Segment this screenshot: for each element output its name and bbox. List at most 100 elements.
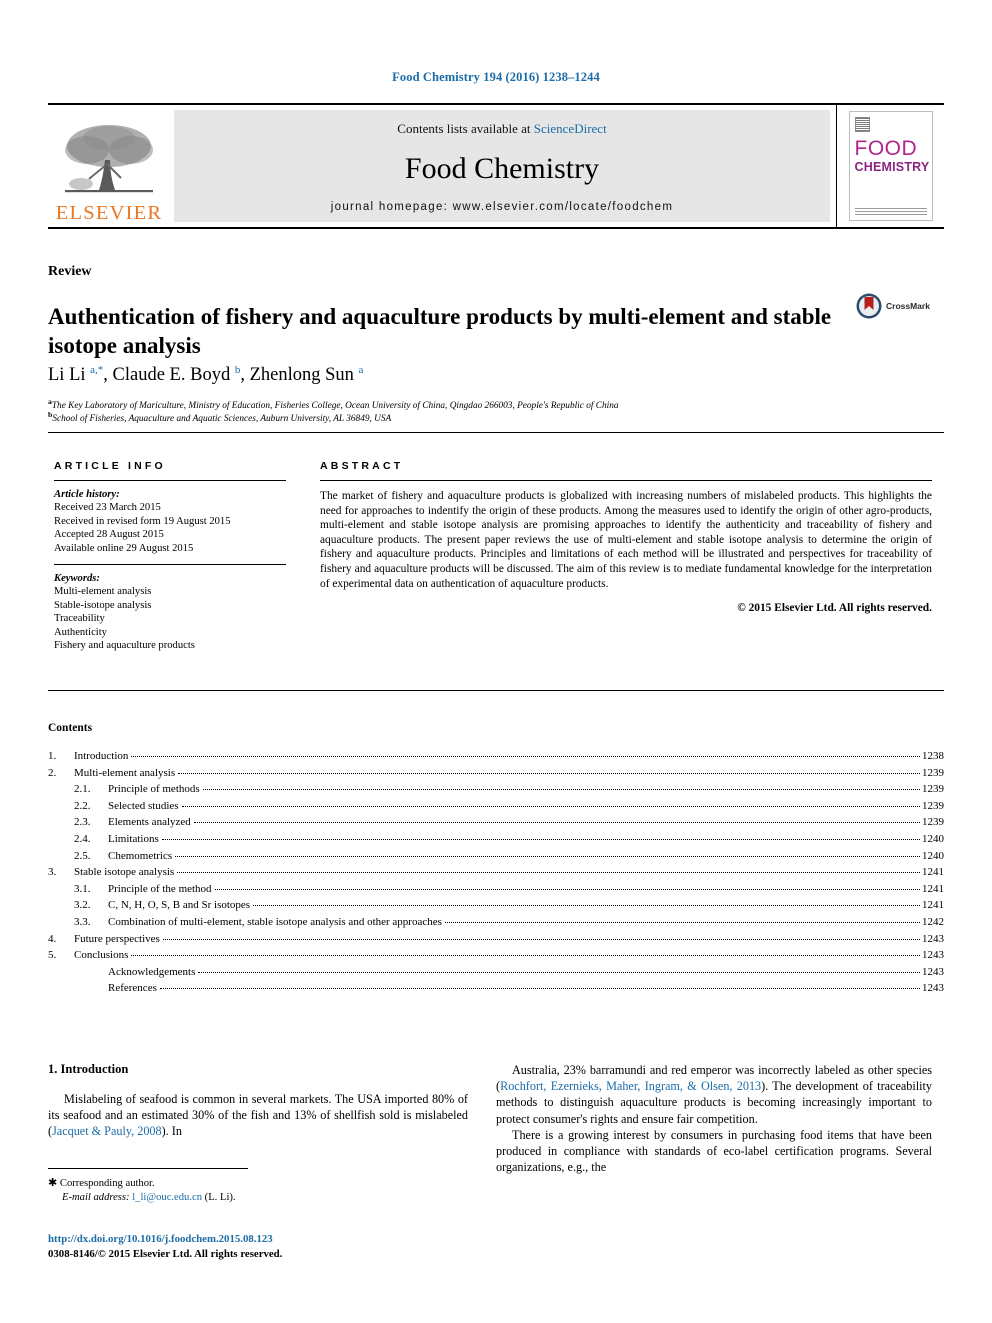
toc-entry-number: 2. [48,766,57,779]
toc-leader-dots [444,921,920,923]
cover-footer-lines [854,207,927,215]
toc-entry-subnumber: 2.4. [74,832,91,845]
toc-entry[interactable]: 1. Introduction 1238 [48,748,944,765]
corresponding-author-footnote: ✱ Corresponding author. E-mail address: … [48,1176,478,1205]
section-heading-introduction: 1. Introduction [48,1062,129,1076]
running-head: Food Chemistry 194 (2016) 1238–1244 [392,70,600,84]
journal-article-page: Food Chemistry 194 (2016) 1238–1244 ELSE… [0,0,992,1323]
journal-cover-thumbnail: FOOD CHEMISTRY [836,105,944,227]
toc-leader-dots [214,888,920,890]
body-column-left: 1. Introduction Mislabeling of seafood i… [48,1062,468,1140]
toc-entry-number: 5. [48,949,57,962]
toc-entry[interactable]: 2.1. Principle of methods 1239 [48,781,944,798]
toc-entry-page: 1242 [922,915,944,928]
footnote-rule [48,1168,248,1169]
toc-entry[interactable]: 2.2. Selected studies 1239 [48,798,944,815]
page-title: Authentication of fishery and aquacultur… [48,304,832,359]
toc-leader-dots [159,988,920,990]
toc-entry[interactable]: 2.3. Elements analyzed 1239 [48,814,944,831]
sciencedirect-link[interactable]: ScienceDirect [534,121,607,136]
doi-link[interactable]: http://dx.doi.org/10.1016/j.foodchem.201… [48,1232,508,1247]
email-line: E-mail address: l_li@ouc.edu.cn (L. Li). [48,1191,478,1205]
keyword-item: Fishery and aquaculture products [54,640,195,652]
toc-entry-page: 1239 [922,783,944,796]
keyword-item: Multi-element analysis [54,586,152,598]
toc-entry-number: 1. [48,750,57,762]
toc-entry-subnumber: 2.2. [74,799,91,812]
toc-entry[interactable]: 5. Conclusions 1243 [48,947,944,964]
toc-entry[interactable]: References 1243 [48,980,944,997]
keyword-item: Authenticity [54,626,107,638]
article-type: Review [48,264,92,279]
toc-entry-number: 3. [48,866,57,879]
toc-entry[interactable]: Acknowledgements 1243 [48,964,944,981]
history-item: Available online 29 August 2015 [54,542,194,554]
intro-paragraph-left: Mislabeling of seafood is common in seve… [48,1092,468,1139]
toc-entry-page: 1239 [922,766,944,779]
toc-entry[interactable]: 3.2. C, N, H, O, S, B and Sr isotopes 1241 [48,897,944,914]
history-item: Accepted 28 August 2015 [54,529,164,541]
toc-entry[interactable]: 4. Future perspectives 1243 [48,931,944,948]
toc-entry[interactable]: 3.1. Principle of the method 1241 [48,881,944,898]
keywords-block: Keywords: Multi-element analysis Stable-… [54,572,286,652]
toc-entry-subnumber: 3.3. [74,915,91,928]
elsevier-logo: ELSEVIER [48,105,170,227]
keywords-rule [54,564,286,566]
article-info-column: ARTICLE INFO Article history: Received 2… [54,460,286,652]
toc-entry-page: 1240 [922,832,944,845]
masthead-center: Contents lists available at ScienceDirec… [174,110,830,222]
asterisk-icon: ✱ [48,1177,58,1189]
toc-entry-label: Combination of multi-element, stable iso… [108,915,442,928]
toc-entry[interactable]: 3. Stable isotope analysis 1241 [48,864,944,881]
abstract-rule [320,480,932,481]
toc-leader-dots [131,756,920,757]
toc-entry[interactable]: 2.4. Limitations 1240 [48,831,944,848]
toc-entry-number: 4. [48,932,57,945]
toc-leader-dots [177,872,920,874]
journal-title: Food Chemistry [404,152,600,185]
affiliation-b-text: School of Fisheries, Aquaculture and Aqu… [52,414,392,425]
keyword-item: Traceability [54,613,105,625]
info-section-bottom-rule [48,690,944,691]
toc-entry[interactable]: 3.3. Combination of multi-element, stable… [48,914,944,931]
toc-entry-page: 1243 [922,949,944,962]
corresponding-author-line: ✱ Corresponding author. [48,1176,478,1191]
table-of-contents: 1. Introduction 1238 2. Multi-element analys… [48,748,944,997]
toc-entry-label: Limitations [108,832,159,845]
abstract-copyright: © 2015 Elsevier Ltd. All rights reserved… [737,602,932,615]
abstract-column: ABSTRACT The market of fishery and aquac… [320,460,932,614]
toc-entry-label: Principle of the method [108,882,212,895]
info-section-top-rule [48,432,944,433]
history-item: Received 23 March 2015 [54,502,161,514]
toc-entry-label: Selected studies [108,799,179,812]
article-info-heading: ARTICLE INFO [54,460,166,472]
intro-paragraph-right-2: There is a growing interest by consumers… [496,1127,932,1175]
toc-entry-label: References [108,982,157,995]
crossmark-icon [856,293,882,319]
toc-leader-dots [202,789,920,791]
toc-leader-dots [193,822,920,824]
toc-leader-dots [178,772,920,774]
email-label: E-mail address: [62,1192,130,1203]
toc-leader-dots [175,855,920,857]
crossmark-label: CrossMark [886,301,930,311]
elsevier-wordmark: ELSEVIER [55,201,163,224]
toc-entry-subnumber: 2.3. [74,816,91,829]
crossmark-badge[interactable]: CrossMark [856,293,930,319]
toc-leader-dots [198,971,920,973]
issn-copyright-line: 0308-8146/© 2015 Elsevier Ltd. All right… [48,1247,283,1260]
toc-entry-subnumber: 3.2. [74,899,91,912]
toc-entry-page: 1241 [922,899,944,912]
toc-entry[interactable]: 2.5. Chemometrics 1240 [48,848,944,865]
toc-entry-label: Introduction [74,750,129,762]
toc-entry-label: C, N, H, O, S, B and Sr isotopes [108,899,251,912]
keywords-label: Keywords: [54,573,100,585]
email-owner: (L. Li). [204,1192,236,1203]
toc-entry[interactable]: 2. Multi-element analysis 1239 [48,765,944,782]
body-column-right: Australia, 23% barramundi and red empero… [496,1062,932,1175]
email-link[interactable]: l_li@ouc.edu.cn [132,1192,202,1203]
contents-heading: Contents [48,722,93,734]
toc-entry-page: 1238 [922,750,944,762]
journal-homepage[interactable]: journal homepage: www.elsevier.com/locat… [331,201,673,213]
toc-leader-dots [162,938,920,940]
